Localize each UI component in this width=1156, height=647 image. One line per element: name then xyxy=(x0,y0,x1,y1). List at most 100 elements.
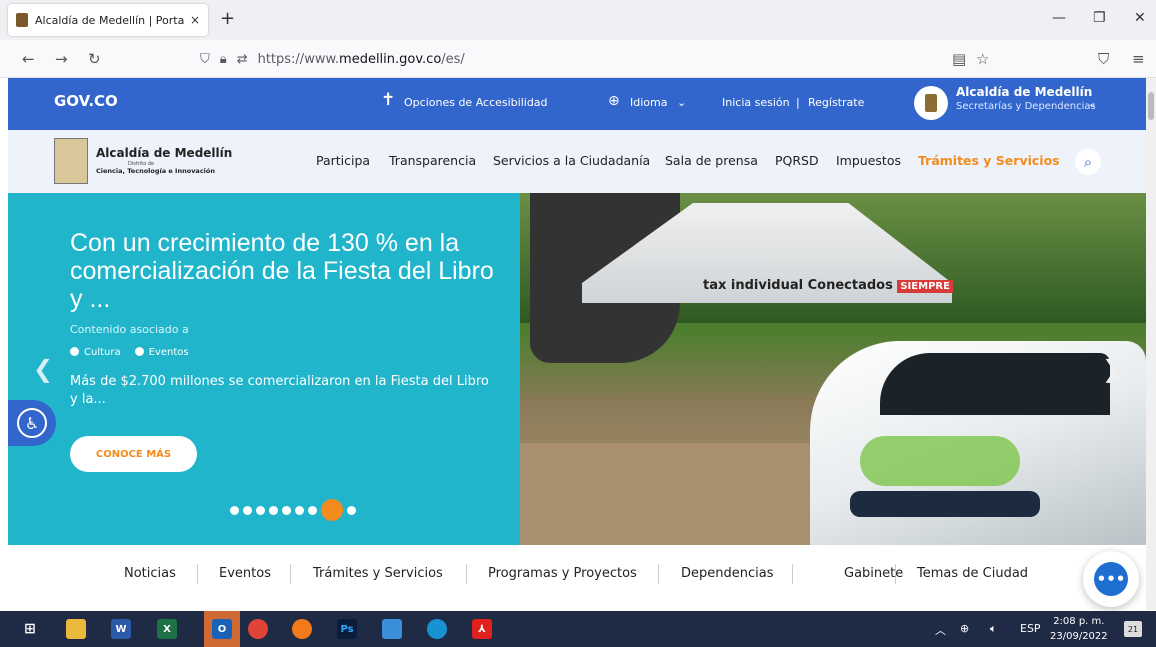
nav-sala-de-prensa[interactable]: Sala de prensa xyxy=(665,153,758,168)
divider xyxy=(658,564,659,584)
accessibility-options-link[interactable]: Opciones de Accesibilidad xyxy=(404,96,548,109)
language-link[interactable]: Idioma xyxy=(630,96,667,109)
chevron-up-icon[interactable]: ︿ xyxy=(935,622,946,638)
reader-view-icon[interactable]: ▤ xyxy=(952,50,966,68)
app-icon[interactable] xyxy=(382,619,402,639)
tab-close-icon[interactable]: × xyxy=(190,13,200,27)
tag-eventos[interactable]: Eventos xyxy=(134,347,189,358)
photo-tent-banner: tax individual Conectados SIEMPRE xyxy=(703,278,953,293)
permissions-icon[interactable]: ⇄ xyxy=(237,52,248,67)
crest-icon xyxy=(925,94,937,112)
learn-more-button[interactable]: CONOCE MÁS xyxy=(70,436,197,472)
minimize-icon[interactable]: — xyxy=(1052,10,1066,26)
org-dependencies-menu[interactable]: Secretarías y Dependencias xyxy=(956,101,1096,112)
gov-bar: GOV.CO ✝ Opciones de Accesibilidad ⊕ Idi… xyxy=(8,78,1146,130)
edge-icon[interactable] xyxy=(427,619,447,639)
section-noticias[interactable]: Noticias xyxy=(124,566,176,581)
login-link[interactable]: Inicia sesión xyxy=(722,96,790,109)
section-tramites[interactable]: Trámites y Servicios xyxy=(313,566,443,581)
hero-tags: Cultura Eventos xyxy=(70,347,189,358)
taskbar-clock[interactable]: 2:08 p. m. 23/09/2022 xyxy=(1050,614,1108,644)
volume-icon[interactable]: 🔈︎ xyxy=(990,622,997,636)
divider xyxy=(792,564,793,584)
carousel-next-icon[interactable]: ❯ xyxy=(1102,355,1122,383)
hero-summary: Más de $2.700 millones se comercializaro… xyxy=(70,374,489,407)
nav-transparencia[interactable]: Transparencia xyxy=(389,153,476,168)
nav-participa[interactable]: Participa xyxy=(316,153,370,168)
close-window-icon[interactable]: ✕ xyxy=(1134,10,1146,26)
carousel-dot[interactable] xyxy=(347,505,356,515)
radio-dot-icon xyxy=(70,347,79,356)
forward-icon[interactable]: → xyxy=(55,50,68,68)
bookmark-star-icon[interactable]: ☆ xyxy=(976,50,989,68)
section-nav: Noticias Eventos Trámites y Servicios Pr… xyxy=(8,545,1146,605)
carousel-dot[interactable] xyxy=(256,505,265,515)
carousel-prev-icon[interactable]: ❮ xyxy=(33,355,53,383)
associated-content-label: Contenido asociado a xyxy=(70,323,189,336)
photoshop-icon[interactable]: Ps xyxy=(337,619,357,639)
carousel-dot[interactable] xyxy=(321,499,343,521)
divider xyxy=(895,564,896,584)
brand-title[interactable]: Alcaldía de Medellín xyxy=(96,146,232,160)
tracking-shield-icon[interactable]: ⛉ xyxy=(200,52,210,67)
chrome-icon[interactable] xyxy=(248,619,268,639)
accessibility-widget-button[interactable]: ♿︎ xyxy=(8,400,56,446)
hero-title[interactable]: Con un crecimiento de 130 % en la comerc… xyxy=(70,229,500,313)
carousel-dot[interactable] xyxy=(230,505,239,515)
section-temas-ciudad[interactable]: Temas de Ciudad xyxy=(917,566,1028,581)
tag-cultura[interactable]: Cultura xyxy=(70,347,121,358)
register-link[interactable]: Regístrate xyxy=(808,96,864,109)
url-bar[interactable]: ⛉ 🔒︎ ⇄ https://www.medellin.gov.co/es/ xyxy=(200,45,1010,73)
clock-time: 2:08 p. m. xyxy=(1053,616,1105,627)
nav-pqrsd[interactable]: PQRSD xyxy=(775,153,819,168)
firefox-icon[interactable] xyxy=(292,619,312,639)
carousel-dot[interactable] xyxy=(282,505,291,515)
windows-start-icon[interactable]: ⊞ xyxy=(20,619,40,639)
brand-tagline: Ciencia, Tecnología e Innovación xyxy=(96,167,215,175)
reload-icon[interactable]: ↻ xyxy=(88,50,101,68)
browser-tabstrip: Alcaldía de Medellín | Portal ins × + — … xyxy=(0,0,1156,40)
new-tab-button[interactable]: + xyxy=(220,8,235,29)
word-icon[interactable]: W xyxy=(111,619,131,639)
gov-co-logo[interactable]: GOV.CO xyxy=(54,92,118,110)
file-explorer-icon[interactable] xyxy=(66,619,86,639)
nav-tramites-servicios[interactable]: Trámites y Servicios xyxy=(918,153,1060,168)
page-scrollbar[interactable] xyxy=(1146,78,1156,610)
restore-icon[interactable]: ❐ xyxy=(1093,10,1106,26)
carousel-dot[interactable] xyxy=(295,505,304,515)
carousel-dot[interactable] xyxy=(269,505,278,515)
carousel-dot[interactable] xyxy=(308,505,317,515)
section-programas[interactable]: Programas y Proyectos xyxy=(488,566,637,581)
medellin-crest-logo[interactable] xyxy=(54,138,88,184)
network-icon[interactable]: ⊕ xyxy=(960,622,969,635)
chat-button[interactable]: ••• xyxy=(1083,551,1139,607)
org-avatar[interactable] xyxy=(914,86,948,120)
globe-icon[interactable]: ⊕ xyxy=(608,93,620,109)
chevron-down-icon[interactable]: ⌄ xyxy=(1088,99,1096,110)
back-icon[interactable]: ← xyxy=(22,50,35,68)
divider xyxy=(197,564,198,584)
pocket-icon[interactable]: ⛉ xyxy=(1098,50,1109,68)
org-name[interactable]: Alcaldía de Medellín xyxy=(956,85,1092,99)
nav-impuestos[interactable]: Impuestos xyxy=(836,153,901,168)
scrollbar-thumb[interactable] xyxy=(1148,92,1154,120)
accessibility-person-icon[interactable]: ✝ xyxy=(381,90,395,110)
nav-servicios-ciudadania[interactable]: Servicios a la Ciudadanía xyxy=(493,153,650,168)
accessibility-icon: ♿︎ xyxy=(17,408,47,438)
lock-icon[interactable]: 🔒︎ xyxy=(220,52,227,67)
excel-icon[interactable]: X xyxy=(157,619,177,639)
taskbar: ⊞ W X O Ps ⅄ ︿ ⊕ 🔈︎ ESP 2:08 p. m. 23/09… xyxy=(0,611,1156,647)
hero-photo[interactable]: tax individual Conectados SIEMPRE ❯ xyxy=(520,193,1146,545)
menu-icon[interactable]: ≡ xyxy=(1132,50,1145,68)
chevron-down-icon[interactable]: ⌄ xyxy=(677,96,686,109)
url-text[interactable]: https://www.medellin.gov.co/es/ xyxy=(258,52,465,67)
search-icon[interactable]: ⌕ xyxy=(1075,149,1101,175)
carousel-dot[interactable] xyxy=(243,505,252,515)
browser-tab[interactable]: Alcaldía de Medellín | Portal ins × xyxy=(8,4,208,36)
language-indicator[interactable]: ESP xyxy=(1020,622,1041,635)
section-dependencias[interactable]: Dependencias xyxy=(681,566,774,581)
acrobat-icon[interactable]: ⅄ xyxy=(472,619,492,639)
outlook-icon[interactable]: O xyxy=(212,619,232,639)
section-eventos[interactable]: Eventos xyxy=(219,566,271,581)
notification-center-icon[interactable]: 21 xyxy=(1124,621,1142,637)
